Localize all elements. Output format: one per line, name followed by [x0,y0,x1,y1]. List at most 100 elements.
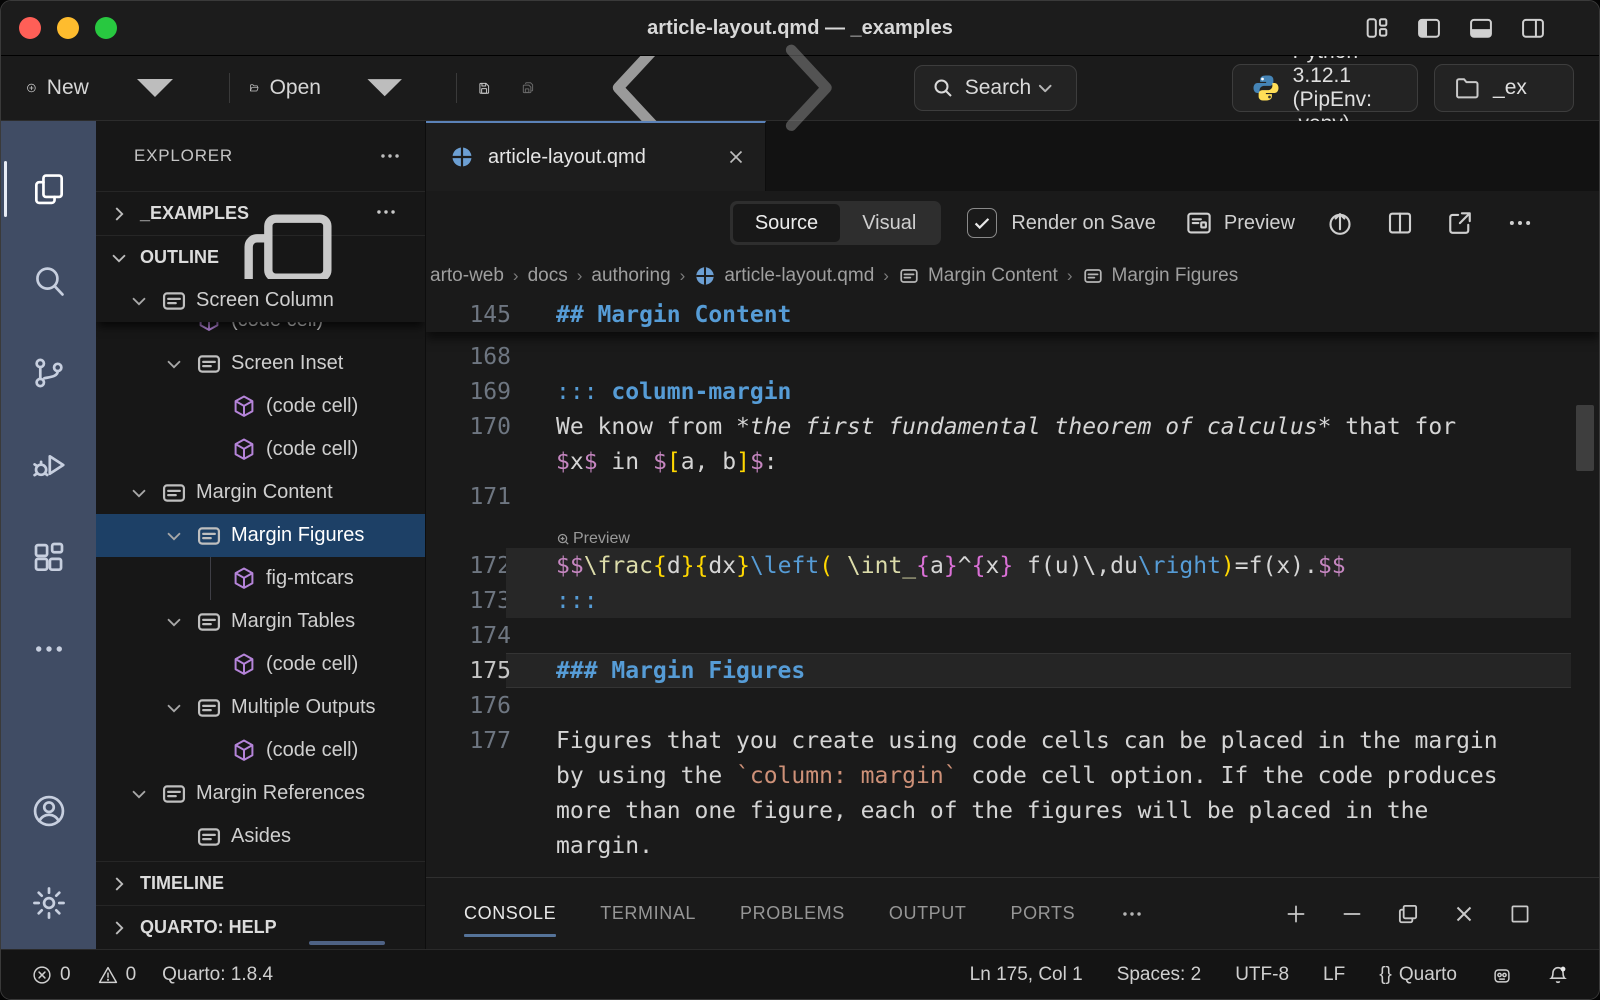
code-line[interactable]: more than one figure, each of the figure… [426,793,1599,828]
outline-item-fig-mtcars[interactable]: fig-mtcars [96,557,425,600]
code-line[interactable]: by using the `column: margin` code cell … [426,758,1599,793]
code-cell-icon [230,565,258,593]
open-external-button[interactable] [1445,208,1475,238]
breadcrumb-item[interactable]: Margin Figures [1082,265,1239,287]
outline-item-code-cell[interactable]: (code cell) [96,729,425,772]
outline-item-asides[interactable]: Asides [96,815,425,858]
section-symbol-icon [195,350,223,378]
breadcrumb-item[interactable]: article-layout.qmd [694,265,874,287]
publish-button[interactable] [1325,208,1355,238]
customize-layout-icon[interactable] [1363,14,1391,42]
code-line[interactable]: 171 [426,479,1599,514]
code-line[interactable]: $x$ in $[a, b]$: [426,444,1599,479]
status-spaces-2[interactable]: Spaces: 2 [1117,964,1202,986]
editor-scrollbar-thumb[interactable] [1576,405,1594,471]
close-window-button[interactable] [19,17,41,39]
code-line[interactable]: 172$$\frac{d}{dx}\left( \int_{a}^{x} f(u… [426,548,1599,583]
panel-duplicate-icon[interactable] [1395,901,1421,927]
render-on-save-checkbox[interactable] [967,208,997,238]
more-actions-icon[interactable] [1505,208,1535,238]
folder-icon [1453,74,1481,102]
code-line[interactable]: 176 [426,688,1599,723]
status-quarto-1-8-4[interactable]: Quarto: 1.8.4 [162,964,273,986]
activity-files-icon[interactable] [1,143,96,235]
interpreter-selector[interactable]: Python 3.12.1 (PipEnv: .venv) [1232,64,1418,112]
sidebar-horizontal-scrollbar[interactable] [309,941,385,945]
code-line[interactable]: 174 [426,618,1599,653]
outline-item-margin-references[interactable]: Margin References [96,772,425,815]
source-mode-button[interactable]: Source [733,204,840,242]
status-utf-8[interactable]: UTF-8 [1235,964,1289,986]
panel-more-actions-icon[interactable] [1119,878,1145,949]
outline-item-screen-inset[interactable]: Screen Inset [96,342,425,385]
workspace-selector[interactable]: _ex [1434,64,1574,112]
panel-dash-icon[interactable] [1339,901,1365,927]
save-button[interactable] [477,73,491,103]
status-bell-dot[interactable] [1547,964,1569,986]
code-line[interactable]: 177Figures that you create using code ce… [426,723,1599,758]
preview-codelens[interactable]: Preview [556,530,630,548]
breadcrumb-item[interactable]: authoring [591,265,670,287]
sticky-code-line[interactable]: 145## Margin Content [426,297,1599,332]
toggle-panel-bottom-icon[interactable] [1467,14,1495,42]
activity-ellipsis-icon[interactable] [1,603,96,695]
code-editor[interactable]: 145## Margin Content168169::: column-mar… [426,297,1599,877]
status-error[interactable]: 0 [31,964,71,986]
zoom-window-button[interactable] [95,17,117,39]
panel-close-icon[interactable] [1451,901,1477,927]
section-icon [1082,265,1104,287]
status-warning[interactable]: 0 [97,964,137,986]
status-lf[interactable]: LF [1323,964,1345,986]
panel-tab-problems[interactable]: PROBLEMS [740,878,845,949]
activity-source-control-icon[interactable] [1,327,96,419]
outline-item-margin-tables[interactable]: Margin Tables [96,600,425,643]
toggle-panel-left-icon[interactable] [1415,14,1443,42]
toggle-panel-right-icon[interactable] [1519,14,1547,42]
activity-search-icon[interactable] [1,235,96,327]
code-line[interactable]: 170We know from *the first fundamental t… [426,409,1599,444]
split-editor-button[interactable] [1385,208,1415,238]
preview-button[interactable]: Preview [1184,208,1295,238]
code-line[interactable]: 168 [426,339,1599,374]
line-number: 172 [426,553,511,579]
plus-circle-icon [26,73,37,103]
outline-item-margin-content[interactable]: Margin Content [96,471,425,514]
tab-article-layout[interactable]: article-layout.qmd [426,121,766,191]
activity-gear-icon[interactable] [1,857,96,949]
outline-item-margin-figures[interactable]: Margin Figures [96,514,425,557]
outline-item-multiple-outputs[interactable]: Multiple Outputs [96,686,425,729]
line-number: 145 [426,302,511,328]
status-robot[interactable] [1491,964,1513,986]
code-line[interactable]: 173::: [426,583,1599,618]
code-line[interactable]: 169::: column-margin [426,374,1599,409]
panel-tab-console[interactable]: CONSOLE [464,878,556,949]
code-line[interactable]: 175### Margin Figures [426,653,1599,688]
minimize-window-button[interactable] [57,17,79,39]
search-input[interactable]: Search [914,65,1077,111]
activity-account-icon[interactable] [1,765,96,857]
outline-item-code-cell[interactable]: (code cell) [96,428,425,471]
section-outline[interactable]: OUTLINE [96,235,425,279]
activity-debug-icon[interactable] [1,419,96,511]
breadcrumb-item[interactable]: Margin Content [898,265,1058,287]
status-braces[interactable]: {}Quarto [1379,964,1457,986]
visual-mode-button[interactable]: Visual [840,204,938,242]
panel-square-icon[interactable] [1507,901,1533,927]
more-actions-icon[interactable] [377,143,403,169]
panel-tab-terminal[interactable]: TERMINAL [600,878,696,949]
outline-item-screen-column[interactable]: Screen Column [96,279,425,322]
panel-tab-output[interactable]: OUTPUT [889,878,967,949]
section-timeline[interactable]: TIMELINE [96,861,425,905]
outline-item-code-cell[interactable]: (code cell) [96,385,425,428]
breadcrumb-item[interactable]: docs [528,265,568,287]
forward-button[interactable] [740,23,870,153]
outline-item-code-cell[interactable]: (code cell) [96,643,425,686]
breadcrumb-item[interactable]: arto-web [430,265,504,287]
status-ln-175-col-1[interactable]: Ln 175, Col 1 [970,964,1083,986]
breadcrumb-separator: › [1067,266,1073,286]
activity-extensions-icon[interactable] [1,511,96,603]
code-line[interactable]: margin. [426,828,1599,863]
panel-tab-ports[interactable]: PORTS [1011,878,1076,949]
save-all-button[interactable] [521,73,535,103]
panel-plus-icon[interactable] [1283,901,1309,927]
